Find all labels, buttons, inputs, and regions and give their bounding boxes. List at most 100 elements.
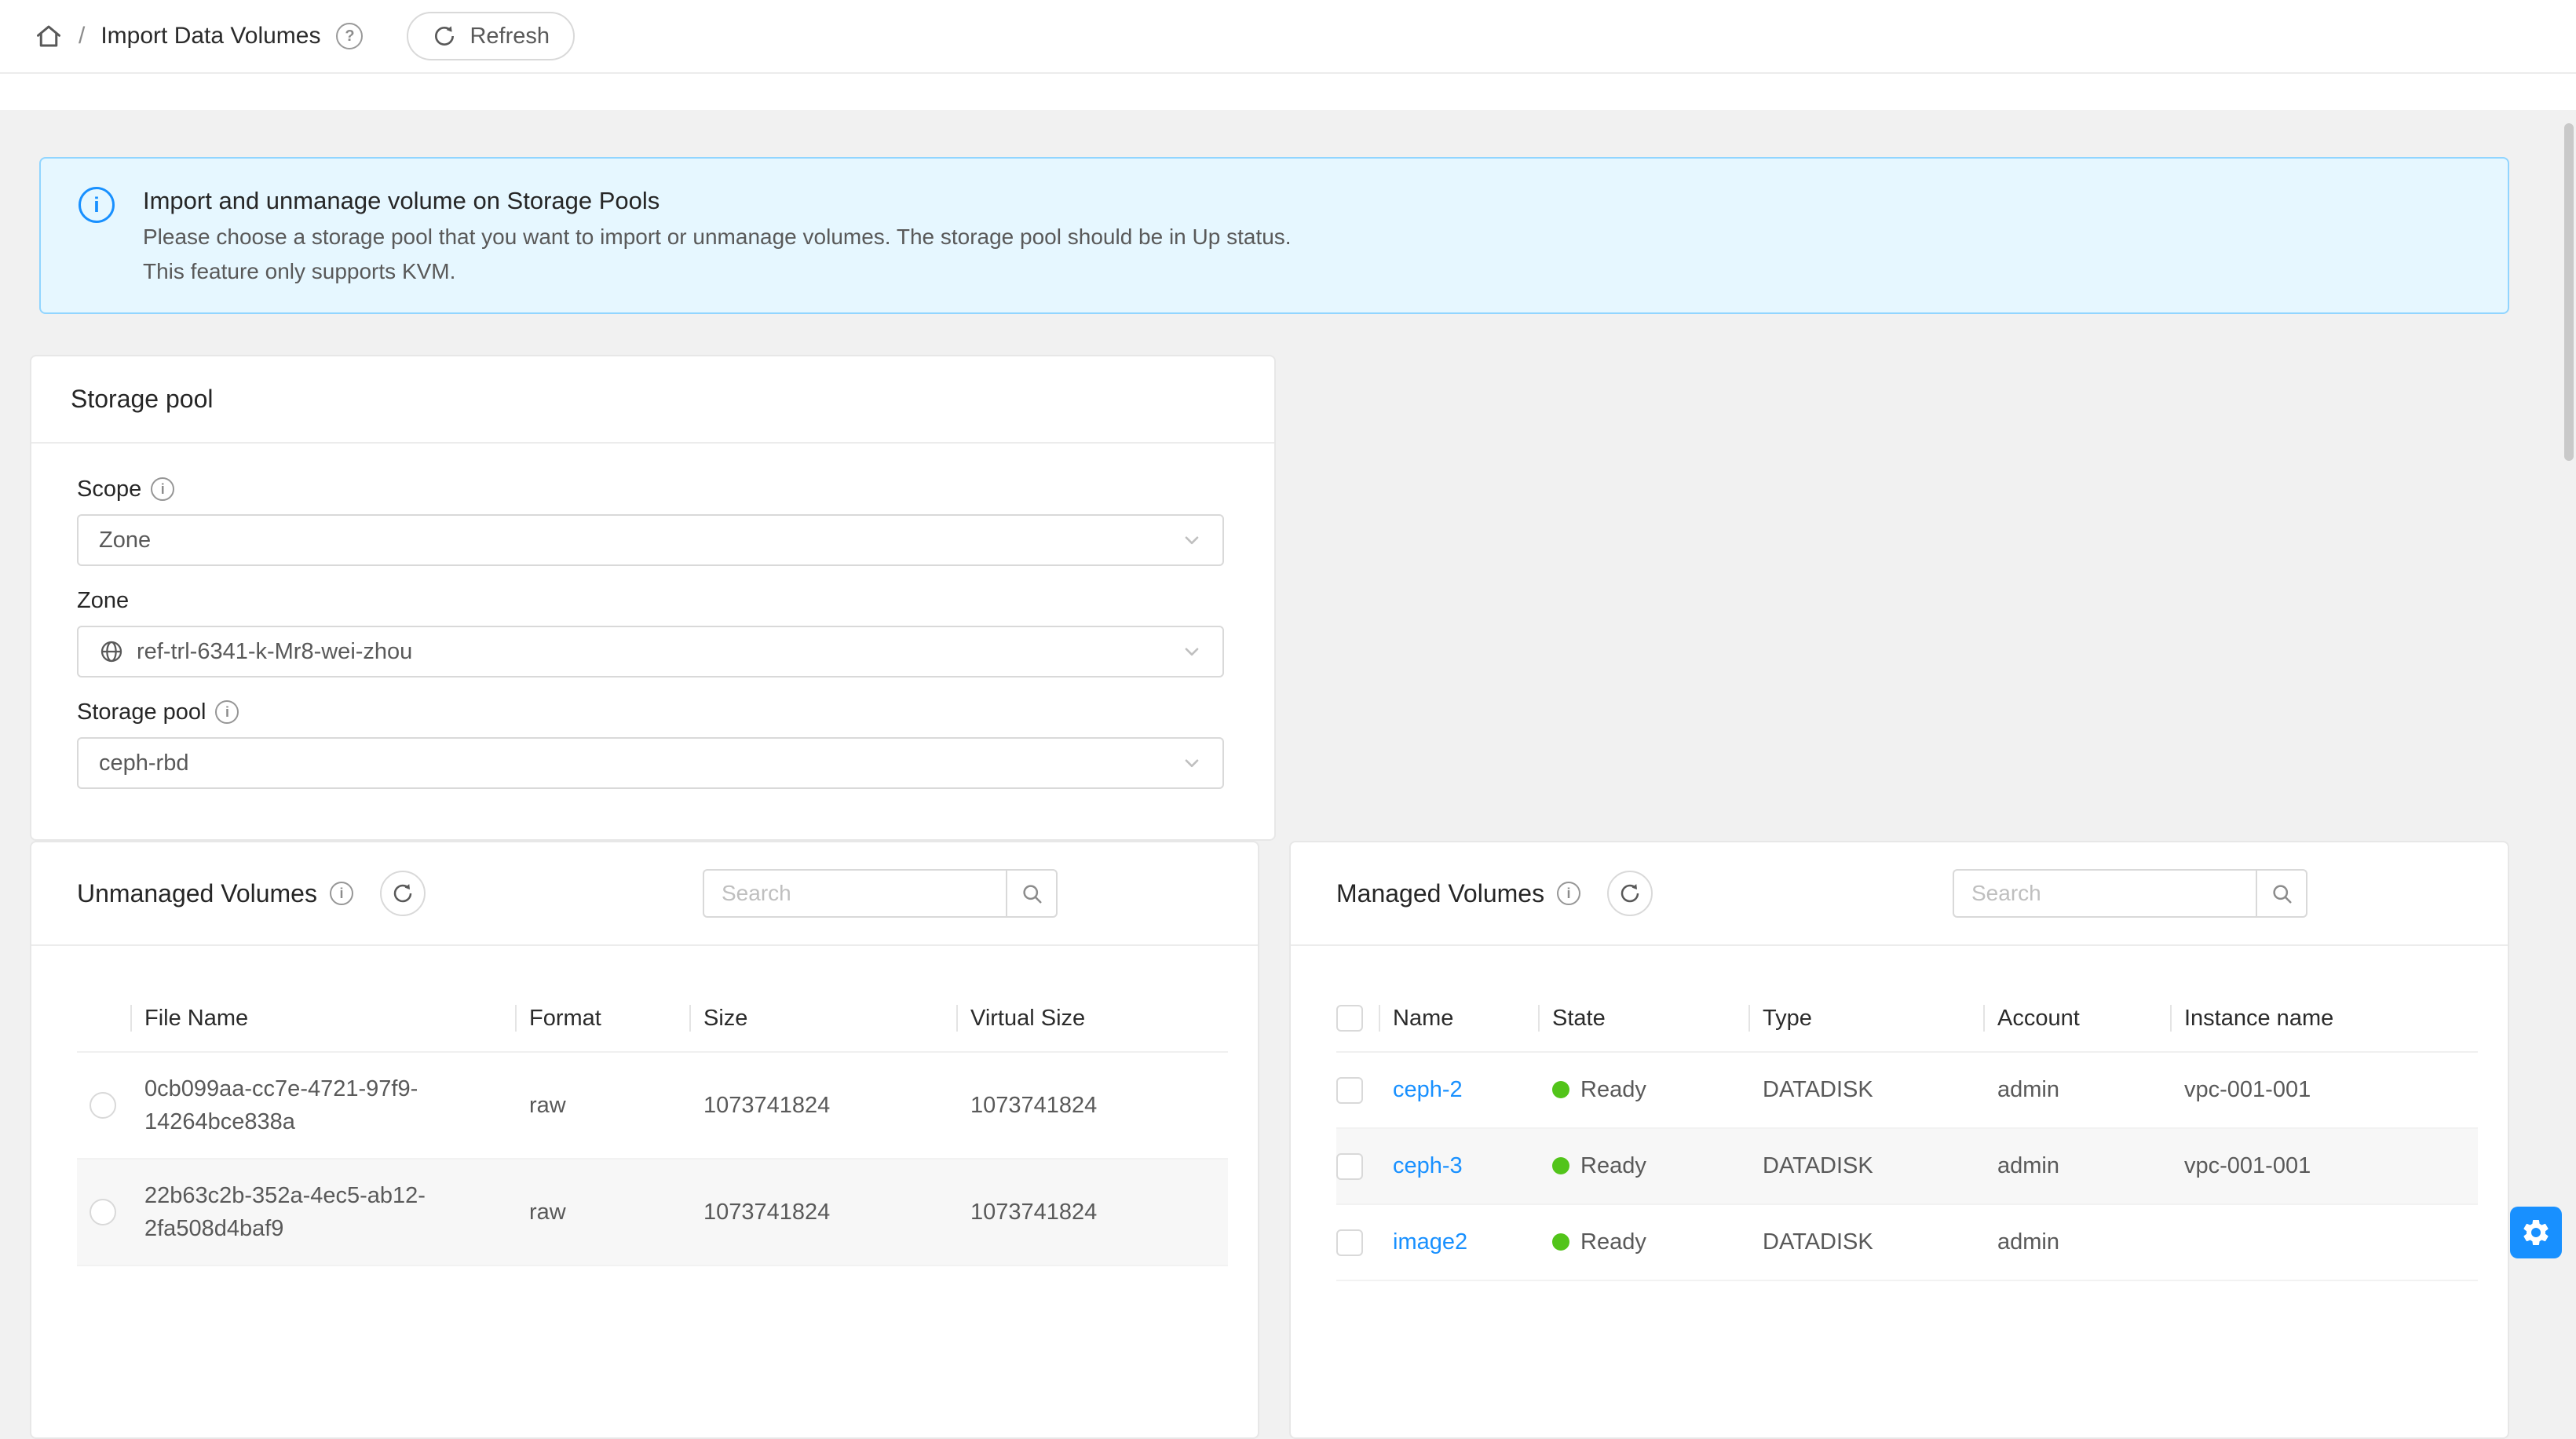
zone-select[interactable]: ref-trl-6341-k-Mr8-wei-zhou bbox=[77, 626, 1224, 677]
checkbox-cell bbox=[1336, 1128, 1380, 1204]
divider bbox=[31, 944, 1258, 946]
zone-label: Zone bbox=[77, 588, 129, 614]
home-icon[interactable] bbox=[35, 22, 63, 50]
table-row[interactable]: image2 Ready DATADISK admin bbox=[1336, 1204, 2478, 1280]
chevron-down-icon bbox=[1182, 753, 1202, 773]
table-row[interactable]: ceph-2 Ready DATADISK admin vpc-001-001 bbox=[1336, 1052, 2478, 1128]
search-icon bbox=[2270, 882, 2293, 905]
row-checkbox[interactable] bbox=[1336, 1229, 1363, 1256]
table-row[interactable]: ceph-3 Ready DATADISK admin vpc-001-001 bbox=[1336, 1128, 2478, 1204]
virtual-size-cell: 1073741824 bbox=[958, 1159, 1228, 1266]
unmanaged-header-row: File Name Format Size Virtual Size bbox=[77, 985, 1228, 1052]
settings-fab[interactable] bbox=[2510, 1207, 2562, 1258]
managed-search-group bbox=[1953, 869, 2307, 918]
checkbox-cell bbox=[1336, 1204, 1380, 1280]
col-file-name: File Name bbox=[132, 985, 517, 1052]
account-cell: admin bbox=[1985, 1052, 2172, 1128]
chevron-down-icon bbox=[1182, 530, 1202, 550]
format-cell: raw bbox=[517, 1052, 691, 1159]
col-size: Size bbox=[691, 985, 958, 1052]
unmanaged-search-button[interactable] bbox=[1006, 869, 1058, 918]
reload-icon bbox=[391, 882, 415, 905]
radio-column-header bbox=[77, 985, 132, 1052]
pool-select[interactable]: ceph-rbd bbox=[77, 737, 1224, 789]
row-radio[interactable] bbox=[90, 1199, 116, 1225]
scope-select-value: Zone bbox=[99, 528, 151, 553]
chevron-down-icon bbox=[1182, 641, 1202, 662]
zone-select-value: ref-trl-6341-k-Mr8-wei-zhou bbox=[137, 639, 412, 665]
import-data-volumes-page: { "breadcrumb": { "separator": "/", "cur… bbox=[0, 0, 2576, 1267]
refresh-label: Refresh bbox=[470, 24, 550, 49]
volume-link[interactable]: ceph-3 bbox=[1393, 1153, 1463, 1178]
alert-title: Import and unmanage volume on Storage Po… bbox=[143, 182, 1292, 220]
pool-label-row: Storage pool i bbox=[77, 695, 1224, 729]
storage-pool-card: Storage pool Scope i Zone Zone ref-trl-6… bbox=[30, 355, 1276, 841]
breadcrumb-separator: / bbox=[79, 23, 85, 49]
size-cell: 1073741824 bbox=[691, 1159, 958, 1266]
search-icon bbox=[1020, 882, 1043, 905]
zone-label-row: Zone bbox=[77, 583, 1224, 618]
unmanaged-search-group bbox=[703, 869, 1058, 918]
storage-pool-card-title: Storage pool bbox=[31, 356, 1274, 444]
info-glyph: i bbox=[1567, 886, 1571, 902]
managed-refresh-button[interactable] bbox=[1607, 871, 1653, 916]
breadcrumb: / Import Data Volumes ? bbox=[35, 22, 363, 50]
col-virtual-size: Virtual Size bbox=[958, 985, 1228, 1052]
type-cell: DATADISK bbox=[1750, 1128, 1985, 1204]
table-row[interactable]: 0cb099aa-cc7e-4721-97f9-14264bce838a raw… bbox=[77, 1052, 1228, 1159]
file-name-cell: 22b63c2b-352a-4ec5-ab12-2fa508d4baf9 bbox=[132, 1159, 517, 1266]
divider bbox=[1291, 944, 2508, 946]
reload-icon bbox=[1618, 882, 1642, 905]
col-name: Name bbox=[1380, 985, 1540, 1052]
unmanaged-refresh-button[interactable] bbox=[380, 871, 426, 916]
checkbox-cell bbox=[1336, 1052, 1380, 1128]
row-checkbox[interactable] bbox=[1336, 1153, 1363, 1180]
type-cell: DATADISK bbox=[1750, 1052, 1985, 1128]
unmanaged-info-icon[interactable]: i bbox=[330, 882, 353, 905]
state-cell: Ready bbox=[1540, 1128, 1750, 1204]
table-row[interactable]: 22b63c2b-352a-4ec5-ab12-2fa508d4baf9 raw… bbox=[77, 1159, 1228, 1266]
pool-select-value: ceph-rbd bbox=[99, 751, 188, 776]
alert-line2: This feature only supports KVM. bbox=[143, 254, 1292, 289]
state-label: Ready bbox=[1580, 1153, 1646, 1178]
select-all-checkbox[interactable] bbox=[1336, 1005, 1363, 1032]
refresh-button[interactable]: Refresh bbox=[407, 12, 575, 60]
managed-search-input[interactable] bbox=[1953, 869, 2256, 918]
volume-link[interactable]: ceph-2 bbox=[1393, 1077, 1463, 1102]
help-question-icon[interactable]: ? bbox=[336, 23, 363, 49]
alert-body: Import and unmanage volume on Storage Po… bbox=[143, 182, 1292, 289]
unmanaged-search-input[interactable] bbox=[703, 869, 1006, 918]
row-radio[interactable] bbox=[90, 1092, 116, 1119]
breadcrumb-current: Import Data Volumes bbox=[100, 23, 320, 49]
ready-status-dot bbox=[1552, 1081, 1569, 1098]
managed-search-button[interactable] bbox=[2256, 869, 2307, 918]
row-checkbox[interactable] bbox=[1336, 1077, 1363, 1104]
managed-info-icon[interactable]: i bbox=[1557, 882, 1580, 905]
scope-select[interactable]: Zone bbox=[77, 514, 1224, 566]
scope-info-icon[interactable]: i bbox=[151, 477, 174, 501]
account-cell: admin bbox=[1985, 1128, 2172, 1204]
managed-volumes-card: Managed Volumes i bbox=[1289, 841, 2509, 1439]
state-label: Ready bbox=[1580, 1077, 1646, 1102]
volume-link[interactable]: image2 bbox=[1393, 1229, 1467, 1255]
ready-status-dot bbox=[1552, 1233, 1569, 1251]
storage-pool-form: Scope i Zone Zone ref-trl-6341-k-Mr8-wei… bbox=[31, 444, 1274, 789]
managed-volumes-table: Name State Type Account Instance name ce… bbox=[1336, 985, 2478, 1281]
name-cell: ceph-3 bbox=[1380, 1128, 1540, 1204]
instance-cell: vpc-001-001 bbox=[2172, 1052, 2478, 1128]
col-account: Account bbox=[1985, 985, 2172, 1052]
size-cell: 1073741824 bbox=[691, 1052, 958, 1159]
vertical-scrollbar[interactable] bbox=[2564, 123, 2574, 461]
unmanaged-volumes-card: Unmanaged Volumes i bbox=[30, 841, 1259, 1439]
pool-info-icon[interactable]: i bbox=[215, 700, 239, 724]
scope-label-row: Scope i bbox=[77, 472, 1224, 506]
managed-card-header: Managed Volumes i bbox=[1291, 842, 2508, 944]
info-glyph: i bbox=[339, 886, 343, 902]
instance-cell: vpc-001-001 bbox=[2172, 1128, 2478, 1204]
info-glyph: i bbox=[93, 193, 100, 217]
pool-label: Storage pool bbox=[77, 699, 206, 725]
col-instance-name: Instance name bbox=[2172, 985, 2478, 1052]
instance-cell bbox=[2172, 1204, 2478, 1280]
name-cell: image2 bbox=[1380, 1204, 1540, 1280]
question-glyph: ? bbox=[345, 27, 354, 46]
